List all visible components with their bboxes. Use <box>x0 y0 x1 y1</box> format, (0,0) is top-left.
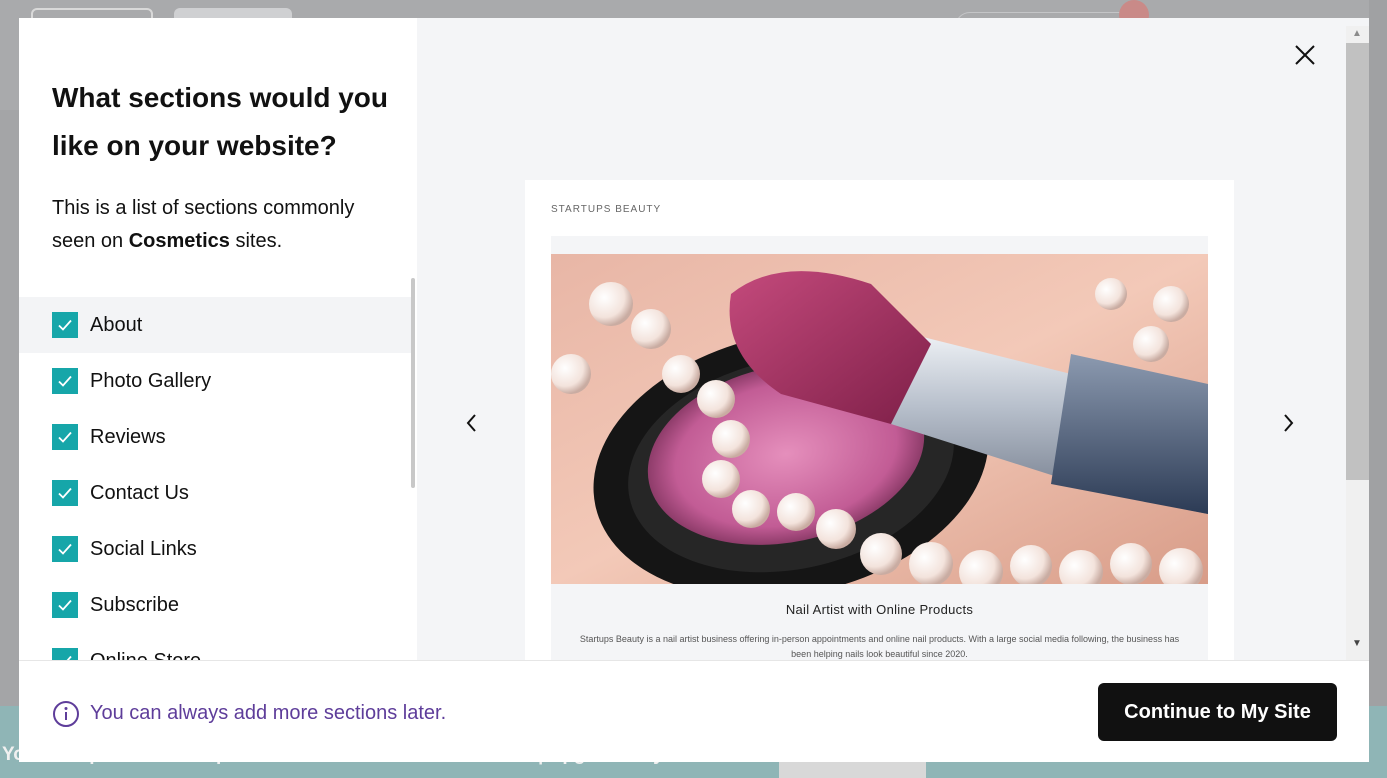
chevron-left-icon[interactable] <box>460 410 484 436</box>
section-item-online-store[interactable]: Online Store <box>19 633 411 660</box>
subtext-suffix: sites. <box>229 230 283 252</box>
preview-hero-image <box>551 254 1208 584</box>
sections-modal: What sections would you like on your web… <box>19 18 1369 762</box>
section-label: About <box>90 313 143 336</box>
section-item-contact-us[interactable]: Contact Us <box>19 465 411 521</box>
sections-panel: What sections would you like on your web… <box>19 18 417 660</box>
section-label: Reviews <box>90 425 166 448</box>
checkbox-checked-icon[interactable] <box>52 312 78 338</box>
modal-footer: You can always add more sections later. … <box>19 660 1369 762</box>
modal-subtext: This is a list of sections commonly seen… <box>52 192 397 258</box>
subtext-category: Cosmetics <box>128 230 230 252</box>
modal-heading: What sections would you like on your web… <box>52 82 389 161</box>
scroll-down-icon[interactable]: ▼ <box>1352 638 1362 649</box>
section-item-reviews[interactable]: Reviews <box>19 409 411 465</box>
preview-hero-description: Startups Beauty is a nail artist busines… <box>579 634 1180 659</box>
scroll-up-icon[interactable]: ▲ <box>1352 28 1362 39</box>
section-item-about[interactable]: About <box>19 297 411 353</box>
preview-scrollbar-thumb[interactable] <box>1346 43 1369 480</box>
section-list-scrollbar[interactable] <box>411 278 415 488</box>
close-icon[interactable] <box>1290 40 1320 70</box>
section-item-photo-gallery[interactable]: Photo Gallery <box>19 353 411 409</box>
section-item-social-links[interactable]: Social Links <box>19 521 411 577</box>
section-item-subscribe[interactable]: Subscribe <box>19 577 411 633</box>
section-list: About Photo Gallery Reviews Contact Us S… <box>19 297 411 660</box>
template-preview-card: STARTUPS BEAUTY Nail Artist with Online … <box>525 180 1234 660</box>
section-label: Subscribe <box>90 593 179 616</box>
info-text: You can always add more sections later. <box>90 702 447 724</box>
checkbox-checked-icon[interactable] <box>52 648 78 660</box>
checkbox-checked-icon[interactable] <box>52 424 78 450</box>
section-label: Photo Gallery <box>90 369 212 392</box>
template-preview-area: ▲ ▼ STARTUPS BEAUTY Nail Artist with Onl… <box>417 18 1369 660</box>
section-label: Social Links <box>90 537 197 560</box>
background-right-strip <box>1369 0 1387 778</box>
chevron-right-icon[interactable] <box>1276 410 1300 436</box>
section-label: Online Store <box>90 650 201 661</box>
continue-button[interactable]: Continue to My Site <box>1098 683 1337 741</box>
preview-hero-title: Nail Artist with Online Products <box>785 602 974 617</box>
section-label: Contact Us <box>90 481 189 504</box>
checkbox-checked-icon[interactable] <box>52 368 78 394</box>
checkbox-checked-icon[interactable] <box>52 592 78 618</box>
checkbox-checked-icon[interactable] <box>52 536 78 562</box>
checkbox-checked-icon[interactable] <box>52 480 78 506</box>
preview-hero: Nail Artist with Online Products Startup… <box>551 236 1208 660</box>
preview-brand-name: STARTUPS BEAUTY <box>551 204 662 215</box>
background-left-strip <box>0 110 19 710</box>
info-icon <box>53 701 79 727</box>
